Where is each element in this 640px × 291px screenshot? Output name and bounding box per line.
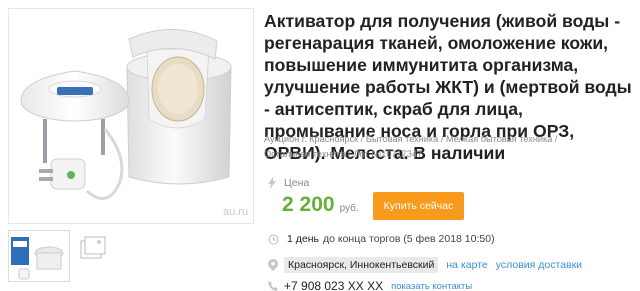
auction-timer: 1 день до конца торгов (5 фев 2018 10:50… — [268, 233, 495, 245]
price-value: 2 200 — [282, 193, 335, 216]
price: 2 200 руб. — [282, 193, 359, 217]
map-link[interactable]: на карте — [446, 259, 487, 271]
thumbnail-1[interactable] — [8, 230, 70, 282]
contact-row: +7 908 023 XX XX показать контакты — [268, 279, 472, 291]
days-left: 1 день — [287, 233, 319, 245]
price-label-row: Цена — [268, 176, 309, 190]
location-city: Красноярск, Иннокентьевский — [284, 257, 439, 273]
breadcrumb-auction[interactable]: Аукцион г. Красноярск — [264, 134, 358, 144]
clock-icon — [268, 234, 279, 244]
price-label: Цена — [284, 177, 310, 189]
price-currency: руб. — [339, 203, 359, 214]
delivery-terms-link[interactable]: условия доставки — [496, 259, 582, 271]
breadcrumb-separator: / — [348, 149, 352, 159]
location-pin-icon — [268, 259, 278, 271]
location-row: Красноярск, Иннокентьевский на карте усл… — [268, 257, 582, 273]
show-contacts-link[interactable]: показать контакты — [391, 281, 472, 291]
breadcrumb: Аукцион г. Красноярск / Бытовая техника … — [264, 132, 634, 162]
phone-icon — [268, 281, 278, 291]
buy-now-button[interactable]: Купить сейчас — [373, 192, 464, 220]
phone-number: +7 908 023 XX XX — [284, 279, 384, 291]
breadcrumb-separator: / — [554, 134, 558, 144]
breadcrumb-small-appliances[interactable]: Мелкая бытовая техника — [446, 134, 552, 144]
breadcrumb-separator: / — [360, 134, 364, 144]
lightning-icon — [268, 177, 276, 189]
breadcrumb-other[interactable]: Остальная техника — [264, 149, 346, 159]
lot-number: Лот №10717347 — [353, 149, 423, 159]
breadcrumb-household[interactable]: Бытовая техника — [366, 134, 438, 144]
product-main-image[interactable]: au.ru — [8, 8, 254, 224]
thumbnail-2[interactable] — [78, 234, 108, 264]
watermark-text: au.ru — [223, 206, 248, 218]
breadcrumb-separator: / — [440, 134, 444, 144]
auction-end-text: до конца торгов (5 фев 2018 10:50) — [323, 233, 495, 245]
